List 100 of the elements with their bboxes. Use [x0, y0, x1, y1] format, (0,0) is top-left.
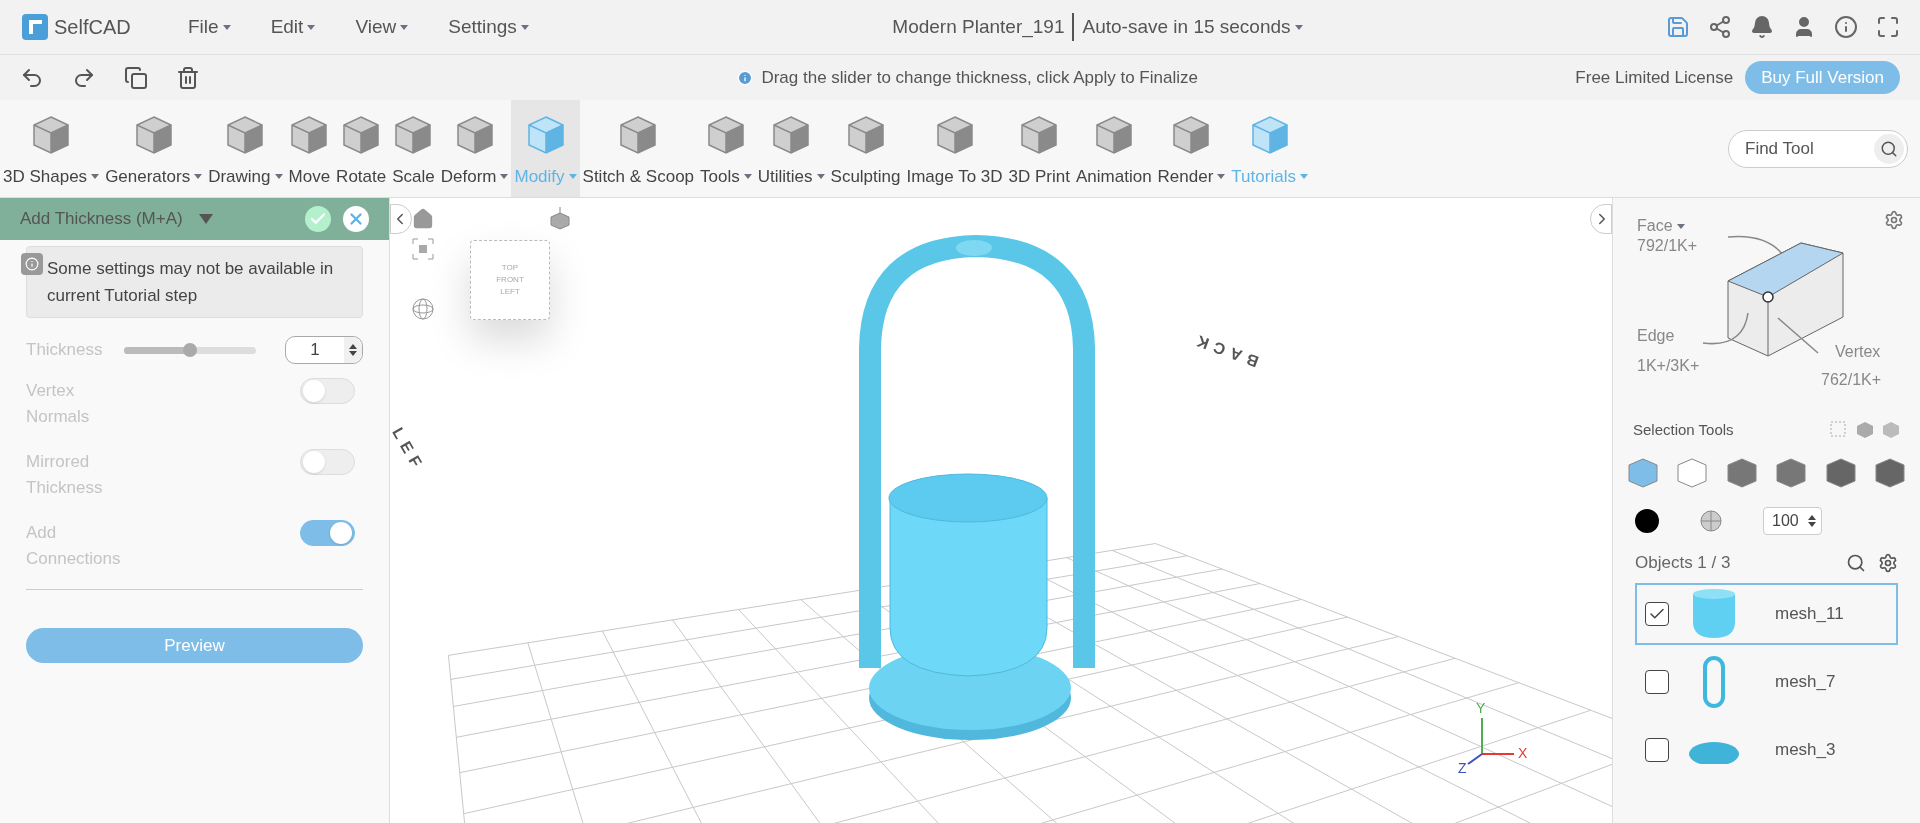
- vertex-label: Vertex: [1835, 342, 1881, 362]
- hint-text: Drag the slider to change thickness, click Apply to Finalize: [761, 66, 1198, 89]
- object-row[interactable]: mesh_3: [1635, 719, 1898, 781]
- fit-view-icon[interactable]: [412, 238, 434, 260]
- toolbar-button[interactable]: 3D Shapes: [0, 100, 103, 197]
- cube-icon: [934, 113, 975, 156]
- cube-icon: [133, 113, 174, 156]
- menu-button[interactable]: File: [188, 12, 231, 42]
- cube-icon: [1171, 113, 1212, 156]
- cube-icon[interactable]: [1856, 421, 1874, 439]
- selection-mode-icon[interactable]: [1824, 457, 1857, 489]
- fullscreen-icon[interactable]: [1876, 15, 1900, 39]
- selection-mode-icon[interactable]: [1775, 457, 1808, 489]
- edge-label: Edge: [1637, 326, 1675, 346]
- logo-icon: [20, 12, 50, 42]
- cube-icon: [289, 113, 330, 156]
- cube-face-label: FRONT: [496, 274, 524, 286]
- toolbar-button[interactable]: Rotate: [333, 100, 390, 197]
- menu-button[interactable]: Settings: [448, 12, 529, 42]
- cube-icon: [525, 113, 566, 156]
- info-icon: [21, 253, 43, 275]
- autosave-dropdown[interactable]: Auto-save in 15 seconds: [1074, 12, 1303, 42]
- bell-icon[interactable]: [1750, 15, 1774, 39]
- settings-icon[interactable]: [1878, 553, 1898, 573]
- axis-label: Y: [1476, 699, 1486, 718]
- cube-icon: [771, 113, 812, 156]
- share-icon[interactable]: [1708, 15, 1732, 39]
- app-logo-text: SelfCAD: [54, 15, 131, 40]
- copy-icon[interactable]: [124, 65, 148, 90]
- home-icon[interactable]: [412, 208, 434, 230]
- cube-face-label: LEFT: [500, 286, 520, 298]
- menu-button[interactable]: Edit: [270, 12, 316, 42]
- project-title: Modern Planter_191: [892, 12, 1075, 42]
- caret-icon[interactable]: [198, 214, 213, 224]
- license-text: Free Limited License: [1575, 66, 1734, 89]
- face-count: 792/1K+: [1637, 236, 1698, 256]
- cube-icon: [454, 113, 495, 156]
- object-row[interactable]: mesh_7: [1635, 651, 1898, 713]
- search-icon[interactable]: [1880, 139, 1898, 158]
- toolbar-button[interactable]: Scale: [389, 100, 438, 197]
- collapse-right-button[interactable]: [1590, 204, 1612, 234]
- cube-icon: [31, 113, 72, 156]
- opacity-input[interactable]: 100: [1763, 507, 1822, 535]
- objects-title: Objects 1 / 3: [1635, 552, 1732, 575]
- notice-text: Some settings may not be available in current Tutorial step: [47, 258, 335, 307]
- info-icon: [737, 69, 754, 86]
- cube-icon: [618, 113, 659, 156]
- cup-thumbnail: [1691, 588, 1737, 640]
- menu-button[interactable]: View: [355, 12, 409, 42]
- axis-gizmo-drawing: [1467, 717, 1515, 765]
- cube-icon: [705, 113, 746, 156]
- toolbar-button[interactable]: Render: [1154, 100, 1229, 197]
- settings-icon[interactable]: [1884, 210, 1904, 230]
- selection-mode-icon[interactable]: [1627, 457, 1659, 489]
- toolbar-button[interactable]: Tools: [697, 100, 755, 197]
- selection-mode-icon[interactable]: [1676, 457, 1709, 489]
- toolbar-button[interactable]: Utilities: [754, 100, 828, 197]
- info-icon[interactable]: [1834, 15, 1858, 39]
- panel-title: Add Thickness (M+A): [20, 208, 183, 231]
- close-button[interactable]: [343, 206, 369, 232]
- caret-icon: [1294, 24, 1303, 30]
- cube-icon: [845, 113, 886, 156]
- apply-button[interactable]: [305, 206, 331, 232]
- caret-icon: [520, 24, 529, 30]
- toolbar-button[interactable]: 3D Print: [1005, 100, 1073, 197]
- search-icon[interactable]: [1846, 553, 1866, 573]
- toolbar-button[interactable]: Stitch & Scoop: [579, 100, 698, 197]
- selection-mode-icon[interactable]: [1725, 457, 1758, 489]
- cube-icon: [1249, 113, 1290, 156]
- cube-icon: [1019, 113, 1060, 156]
- checkbox[interactable]: [1645, 670, 1669, 694]
- caret-icon: [400, 24, 409, 30]
- caret-icon: [222, 24, 231, 30]
- edge-count: 1K+/3K+: [1637, 356, 1700, 376]
- find-tool-field[interactable]: Find Tool: [1728, 129, 1908, 168]
- object-name: mesh_7: [1775, 671, 1836, 694]
- checkbox[interactable]: [1645, 738, 1669, 762]
- caret-icon: [1676, 223, 1685, 229]
- cube-icon: [341, 113, 382, 156]
- close-icon: [347, 210, 365, 228]
- thickness-slider[interactable]: [124, 342, 256, 358]
- checkbox[interactable]: [1645, 602, 1669, 626]
- selection-mode-icon[interactable]: [1873, 457, 1906, 489]
- toolbar-button[interactable]: Generators: [102, 100, 206, 197]
- toolbar-button[interactable]: Sculpting: [827, 100, 904, 197]
- loop-thumbnail: [1701, 656, 1727, 708]
- delete-icon[interactable]: [176, 65, 200, 90]
- collapse-left-button[interactable]: [390, 204, 412, 234]
- cube-face-label: TOP: [501, 262, 519, 274]
- object-row[interactable]: mesh_11: [1635, 583, 1898, 645]
- toolbar-button[interactable]: Image To 3D: [903, 100, 1006, 197]
- vertex-count: 762/1K+: [1821, 370, 1882, 390]
- save-icon[interactable]: [1666, 15, 1690, 39]
- toolbar-button[interactable]: Animation: [1073, 100, 1155, 197]
- toolbar-button[interactable]: Drawing: [205, 100, 286, 197]
- orbit-icon[interactable]: [412, 298, 434, 320]
- view-mode-icon[interactable]: [547, 206, 573, 232]
- toolbar-button[interactable]: Move: [285, 100, 334, 197]
- sphere-icon[interactable]: [1699, 509, 1723, 533]
- color-swatch[interactable]: [1635, 509, 1659, 533]
